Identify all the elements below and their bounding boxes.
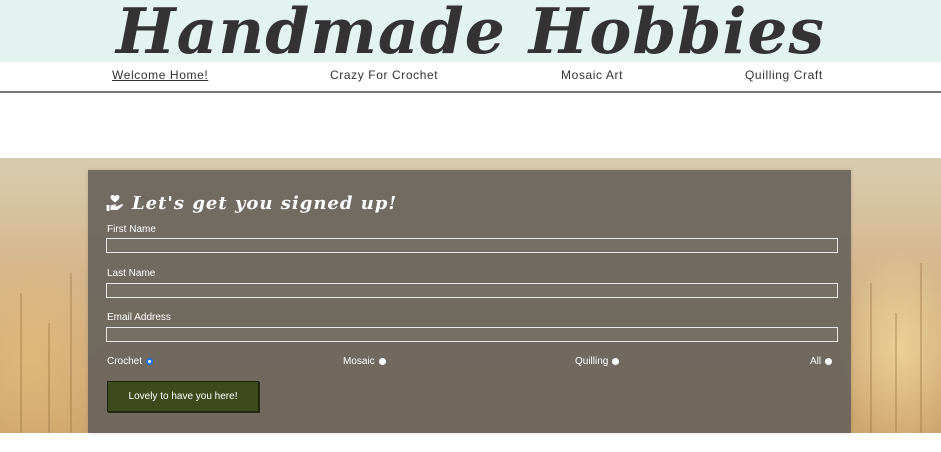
radio-button-quilling[interactable] [612, 358, 620, 365]
nav-link-quilling-craft[interactable]: Quilling Craft [745, 68, 823, 82]
radio-option-quilling[interactable]: Quilling [575, 356, 620, 367]
radio-label-crochet: Crochet [107, 356, 143, 367]
radio-option-mosaic[interactable]: Mosaic [343, 356, 386, 367]
nav-link-crazy-for-crochet[interactable]: Crazy For Crochet [330, 68, 438, 82]
radio-button-crochet[interactable] [146, 358, 154, 365]
last-name-field[interactable] [106, 283, 838, 298]
last-name-label: Last Name [107, 268, 156, 279]
radio-label-quilling: Quilling [575, 356, 609, 367]
background-tree [895, 313, 897, 433]
background-tree [20, 293, 22, 433]
signup-form: Let's get you signed up! First Name Last… [88, 170, 851, 433]
first-name-field[interactable] [106, 238, 838, 253]
background-tree [70, 273, 72, 433]
radio-label-mosaic: Mosaic [343, 356, 375, 367]
site-title: Handmade Hobbies [116, 0, 825, 62]
radio-label-all: All [810, 356, 822, 367]
radio-option-all[interactable]: All [810, 356, 833, 367]
background-tree [920, 263, 922, 433]
background-tree [48, 323, 50, 433]
radio-button-mosaic[interactable] [378, 358, 386, 365]
nav-link-mosaic-art[interactable]: Mosaic Art [561, 68, 623, 82]
site-header: Handmade Hobbies [0, 0, 941, 62]
main-nav: Welcome Home! Crazy For Crochet Mosaic A… [0, 62, 941, 93]
radio-button-all[interactable] [825, 358, 833, 365]
email-address-label: Email Address [107, 312, 171, 323]
submit-button[interactable]: Lovely to have you here! [107, 381, 259, 412]
email-address-field[interactable] [106, 327, 838, 342]
heart-in-hand-icon [106, 195, 124, 211]
form-title-row: Let's get you signed up! [106, 190, 397, 216]
radio-option-crochet[interactable]: Crochet [107, 356, 154, 367]
first-name-label: First Name [107, 224, 156, 235]
background-tree [870, 283, 872, 433]
nav-link-welcome-home[interactable]: Welcome Home! [112, 68, 208, 82]
form-title: Let's get you signed up! [132, 192, 398, 214]
